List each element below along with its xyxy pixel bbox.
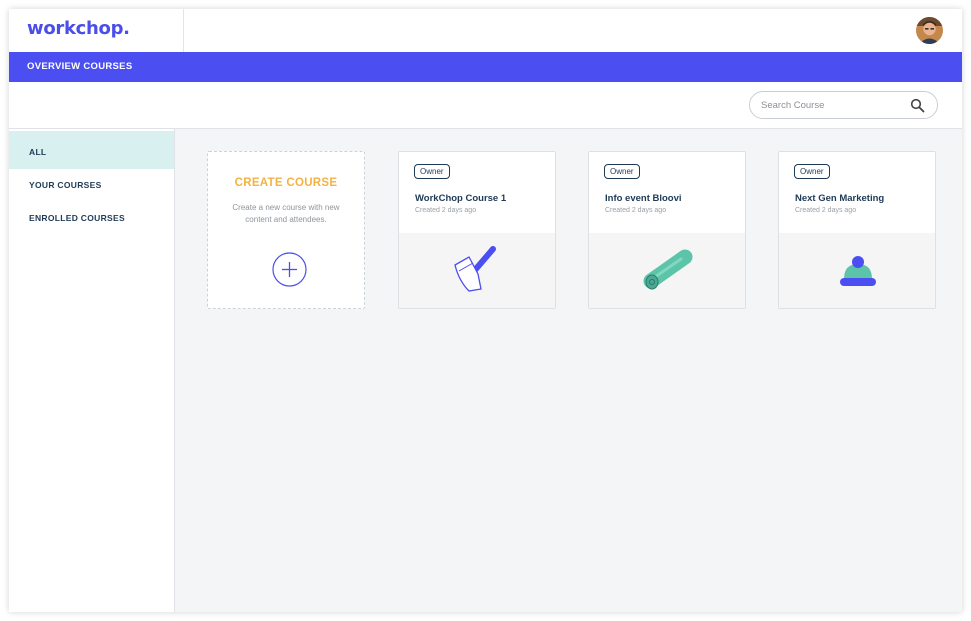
- page-title-bar: OVERVIEW COURSES: [9, 52, 962, 82]
- log-icon: [643, 249, 693, 290]
- create-course-title: CREATE COURSE: [234, 177, 338, 189]
- course-card[interactable]: Owner WorkChop Course 1 Created 2 days a…: [398, 151, 556, 309]
- course-thumbnail: [589, 233, 745, 308]
- plus-circle-icon[interactable]: [272, 252, 307, 287]
- course-title: Next Gen Marketing: [795, 193, 885, 204]
- toolbar: [9, 82, 962, 129]
- owner-badge: Owner: [794, 164, 830, 179]
- course-created: Created 2 days ago: [415, 207, 477, 214]
- app-window: workchop. OVERVIEW COURSES Search Course…: [9, 9, 962, 612]
- sidebar-item-label: ALL: [29, 147, 47, 157]
- logo-area: workchop.: [9, 9, 184, 52]
- sidebar-item-label: YOUR COURSES: [29, 180, 102, 190]
- course-created: Created 2 days ago: [605, 207, 667, 214]
- sidebar-item-enrolled-courses[interactable]: ENROLLED COURSES: [9, 197, 174, 235]
- page-title: OVERVIEW COURSES: [27, 61, 133, 72]
- search-icon[interactable]: [910, 98, 925, 113]
- avatar-icon: [916, 17, 943, 44]
- course-title: WorkChop Course 1: [415, 193, 507, 204]
- course-title: Info event Bloovi: [605, 193, 682, 204]
- sidebar-item-label: ENROLLED COURSES: [29, 213, 125, 223]
- top-header: workchop.: [9, 9, 962, 52]
- user-avatar[interactable]: [916, 17, 943, 44]
- beanie-icon: [840, 256, 876, 286]
- axe-icon: [454, 246, 496, 292]
- search-box: [749, 91, 938, 119]
- owner-badge: Owner: [604, 164, 640, 179]
- search-input[interactable]: [761, 98, 901, 112]
- create-course-card[interactable]: CREATE COURSE Create a new course with n…: [207, 151, 365, 309]
- course-thumbnail: [399, 233, 555, 308]
- course-card[interactable]: Owner Info event Bloovi Created 2 days a…: [588, 151, 746, 309]
- owner-badge: Owner: [414, 164, 450, 179]
- course-thumbnail: [779, 233, 935, 308]
- create-course-description: Create a new course with new content and…: [232, 203, 340, 224]
- course-grid: CREATE COURSE Create a new course with n…: [175, 129, 962, 612]
- app-logo[interactable]: workchop.: [27, 18, 130, 39]
- sidebar: ALL YOUR COURSES ENROLLED COURSES: [9, 129, 175, 612]
- course-card[interactable]: Owner Next Gen Marketing Created 2 days …: [778, 151, 936, 309]
- course-created: Created 2 days ago: [795, 207, 857, 214]
